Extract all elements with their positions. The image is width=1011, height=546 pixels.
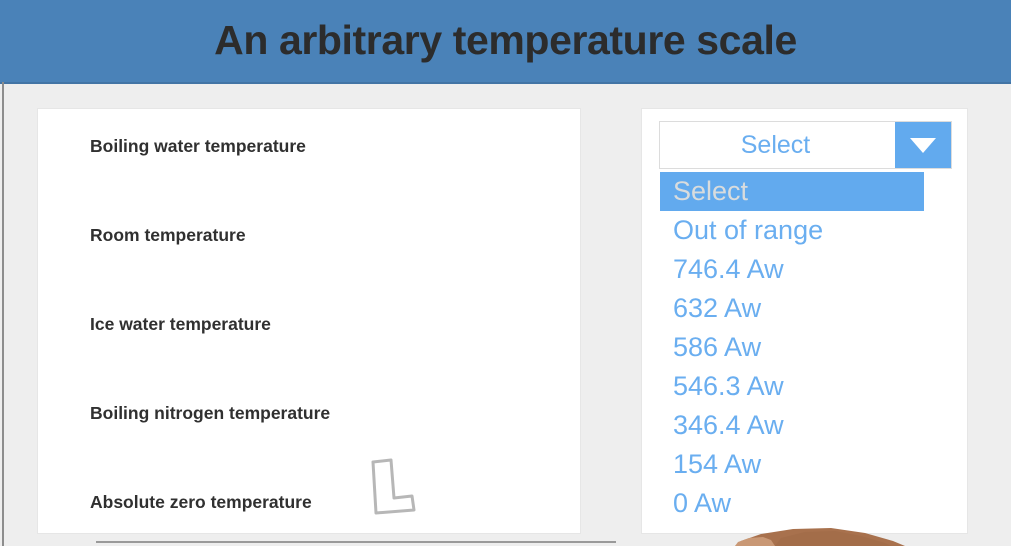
select-option-0-aw[interactable]: 0 Aw bbox=[660, 484, 952, 523]
select-option-586-aw[interactable]: 586 Aw bbox=[660, 328, 952, 367]
select-option-546-3-aw[interactable]: 546.3 Aw bbox=[660, 367, 952, 406]
bottom-scroll-rule bbox=[96, 541, 616, 543]
select-option-632-aw[interactable]: 632 Aw bbox=[660, 289, 952, 328]
select-option-out-of-range[interactable]: Out of range bbox=[660, 211, 952, 250]
list-item: Absolute zero temperature bbox=[90, 492, 312, 512]
select-option-select[interactable]: Select bbox=[660, 172, 924, 211]
temperature-reference-list: Boiling water temperature Room temperatu… bbox=[38, 109, 580, 533]
select-option-746-4-aw[interactable]: 746.4 Aw bbox=[660, 250, 952, 289]
select-option-346-4-aw[interactable]: 346.4 Aw bbox=[660, 406, 952, 445]
list-item: Boiling nitrogen temperature bbox=[90, 403, 331, 423]
header-bottom-edge bbox=[0, 82, 1011, 84]
header-banner: An arbitrary temperature scale bbox=[0, 0, 1011, 84]
temperature-reference-card: Boiling water temperature Room temperatu… bbox=[37, 108, 581, 534]
list-item: Boiling water temperature bbox=[90, 136, 306, 156]
select-option-list[interactable]: Select Out of range 746.4 Aw 632 Aw 586 … bbox=[660, 172, 952, 523]
select-option-154-aw[interactable]: 154 Aw bbox=[660, 445, 952, 484]
temperature-select-card: Select Select Out of range 746.4 Aw 632 … bbox=[641, 108, 968, 534]
chevron-down-icon[interactable] bbox=[895, 122, 951, 168]
temperature-value-select[interactable]: Select bbox=[659, 121, 952, 169]
left-window-border bbox=[2, 82, 4, 546]
page-title: An arbitrary temperature scale bbox=[214, 17, 797, 63]
list-item: Room temperature bbox=[90, 225, 246, 245]
caret-shape bbox=[910, 137, 936, 153]
list-item: Ice water temperature bbox=[90, 314, 271, 334]
select-selected-value: Select bbox=[740, 130, 811, 159]
app-frame: An arbitrary temperature scale Boiling w… bbox=[0, 0, 1011, 546]
